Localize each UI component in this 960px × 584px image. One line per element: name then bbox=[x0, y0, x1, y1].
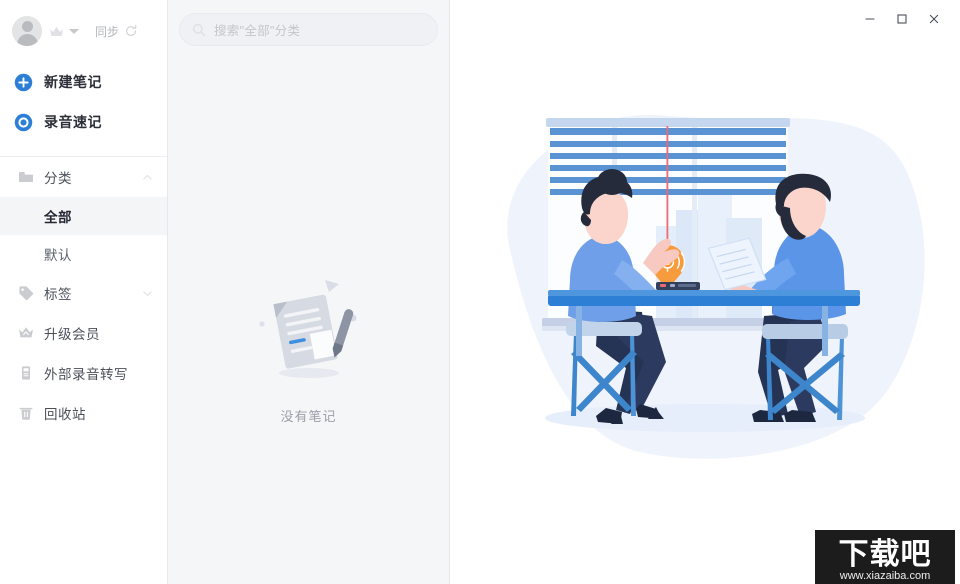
close-button[interactable] bbox=[918, 5, 950, 33]
account-row[interactable]: 同步 bbox=[0, 0, 167, 62]
trash-icon bbox=[19, 407, 33, 420]
minimize-icon bbox=[865, 18, 875, 20]
note-list-panel: 搜索"全部"分类 没有笔记 bbox=[168, 0, 450, 584]
recorder-icon bbox=[22, 366, 30, 380]
sidebar-item-tags-label: 标签 bbox=[44, 287, 72, 302]
new-note-button[interactable]: 新建笔记 bbox=[0, 62, 167, 102]
voice-note-label: 录音速记 bbox=[44, 114, 102, 130]
maximize-button[interactable] bbox=[886, 5, 918, 33]
sidebar-item-recycle-bin[interactable]: 回收站 bbox=[0, 393, 167, 433]
empty-state-label: 没有笔记 bbox=[280, 409, 337, 424]
voice-note-button[interactable]: 录音速记 bbox=[0, 102, 167, 142]
search-placeholder: 搜索"全部"分类 bbox=[214, 24, 301, 38]
new-note-label: 新建笔记 bbox=[44, 74, 102, 90]
watermark-title: 下载吧 bbox=[839, 538, 932, 571]
empty-note-document-icon bbox=[258, 280, 356, 378]
two-people-meeting-recording-illustration bbox=[507, 114, 925, 459]
search-input[interactable]: 搜索"全部"分类 bbox=[179, 13, 438, 46]
tag-icon bbox=[19, 286, 34, 301]
sidebar-item-upgrade-label: 升级会员 bbox=[44, 327, 100, 342]
avatar-head bbox=[21, 21, 33, 32]
watermark-url: www.xiazaiba.com bbox=[839, 570, 930, 582]
watermark: 下载吧 www.xiazaiba.com bbox=[815, 530, 955, 584]
search-icon bbox=[193, 23, 206, 36]
empty-state: 没有笔记 bbox=[168, 272, 449, 425]
sidebar-item-category-label: 分类 bbox=[44, 171, 72, 186]
sidebar-item-external-transcribe-label: 外部录音转写 bbox=[44, 367, 128, 382]
close-icon bbox=[929, 14, 939, 24]
sidebar-item-all[interactable]: 全部 bbox=[0, 197, 167, 235]
record-circle-icon bbox=[14, 113, 33, 131]
refresh-icon[interactable] bbox=[124, 24, 138, 38]
minimize-button[interactable] bbox=[854, 5, 886, 33]
chevron-down-icon[interactable] bbox=[142, 288, 153, 299]
sidebar: 同步 新建笔记 录音速记 分类 全部 默认 标签 升级会员 外部录音转写 回收站 bbox=[0, 0, 168, 584]
sync-label: 同步 bbox=[95, 24, 120, 39]
sidebar-item-external-transcribe[interactable]: 外部录音转写 bbox=[0, 353, 167, 393]
folder-icon bbox=[19, 172, 33, 182]
user-avatar-icon[interactable] bbox=[12, 16, 42, 46]
window-controls bbox=[854, 0, 960, 38]
chevron-up-icon[interactable] bbox=[142, 172, 153, 183]
crown-icon[interactable] bbox=[49, 25, 64, 38]
main-content: 下载吧 www.xiazaiba.com bbox=[450, 0, 960, 584]
plus-circle-icon bbox=[14, 73, 33, 91]
crown-outline-icon bbox=[19, 327, 33, 338]
sidebar-item-category[interactable]: 分类 bbox=[0, 157, 167, 197]
avatar-body bbox=[16, 34, 38, 46]
maximize-icon bbox=[897, 14, 907, 24]
sidebar-item-default[interactable]: 默认 bbox=[0, 235, 167, 273]
sidebar-item-upgrade[interactable]: 升级会员 bbox=[0, 313, 167, 353]
chevron-down-icon[interactable] bbox=[69, 28, 79, 34]
sidebar-item-tags[interactable]: 标签 bbox=[0, 273, 167, 313]
sidebar-item-recycle-bin-label: 回收站 bbox=[44, 407, 86, 422]
app-window: 同步 新建笔记 录音速记 分类 全部 默认 标签 升级会员 外部录音转写 回收站… bbox=[0, 0, 960, 584]
